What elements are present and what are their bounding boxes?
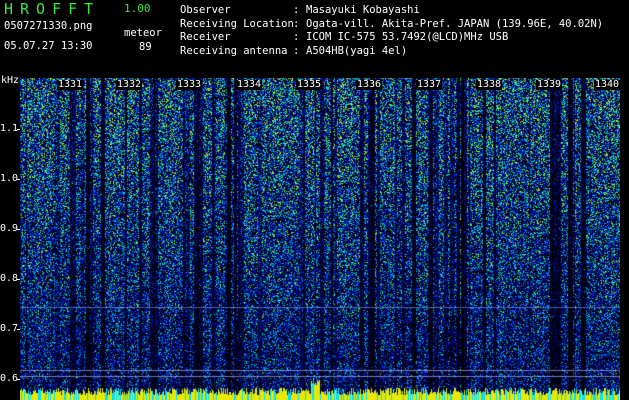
header: HROFFT 1.00 0507271330.png 05.07.27 13:3…: [0, 0, 629, 78]
info-key: Receiver: [180, 31, 231, 43]
time-tick-label: 1335: [296, 79, 323, 90]
info-sep: :: [293, 17, 300, 30]
info-key: Observer: [180, 4, 231, 16]
info-sep: :: [293, 44, 300, 57]
spectrogram[interactable]: [20, 78, 620, 400]
info-value: ICOM IC-575 53.7492(@LCD)MHz USB: [306, 31, 509, 43]
time-tick-label: 1340: [594, 79, 621, 90]
app-version: 1.00: [124, 2, 151, 15]
time-tick-label: 1336: [356, 79, 383, 90]
y-tick-label: 0.8: [0, 273, 19, 284]
y-tick-label: 1.1: [0, 123, 19, 134]
app-title: HROFFT: [4, 0, 101, 18]
y-tick-label: 0.9: [0, 223, 19, 234]
time-tick-label: 1337: [416, 79, 443, 90]
time-tick-label: 1332: [116, 79, 143, 90]
info-key: Receiving Location: [180, 17, 294, 30]
y-axis-unit: kHz: [1, 75, 20, 86]
info-value: A504HB(yagi 4el): [306, 44, 408, 57]
info-sep: :: [293, 4, 300, 16]
meteor-count: 89: [139, 41, 152, 53]
file-name: 0507271330.png: [4, 20, 93, 32]
info-value: Ogata-vill. Akita-Pref. JAPAN (139.96E, …: [306, 17, 604, 30]
info-value: Masayuki Kobayashi: [306, 4, 420, 16]
time-tick-label: 1334: [236, 79, 263, 90]
time-tick-label: 1333: [176, 79, 203, 90]
time-tick-label: 1338: [476, 79, 503, 90]
time-tick-label: 1331: [57, 79, 84, 90]
mode-label: meteor: [124, 27, 162, 39]
info-sep: :: [293, 31, 300, 43]
spectrogram-canvas[interactable]: [20, 78, 620, 400]
time-tick-label: 1339: [536, 79, 563, 90]
y-tick-label: 0.7: [0, 323, 19, 334]
y-tick-label: 1.0: [0, 173, 19, 184]
info-key: Receiving antenna: [180, 44, 288, 57]
y-tick-label: 0.6: [0, 373, 19, 384]
observation-datetime: 05.07.27 13:30: [4, 40, 93, 52]
